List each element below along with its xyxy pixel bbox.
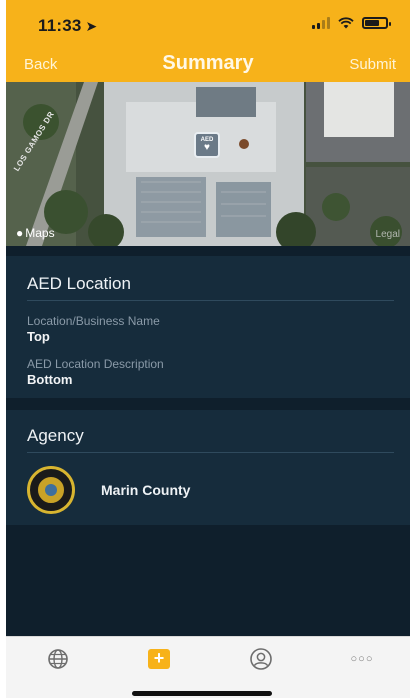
- aed-location-section: AED Location Location/Business Name Top …: [6, 256, 410, 398]
- tab-bar: + ○○○: [6, 636, 410, 698]
- add-icon: +: [148, 649, 170, 669]
- globe-icon: [48, 649, 68, 669]
- status-icons: [312, 17, 391, 29]
- heart-icon: ♥: [204, 142, 210, 153]
- home-indicator[interactable]: [132, 691, 272, 696]
- agency-row[interactable]: Marin County: [6, 458, 410, 522]
- agency-heading: Agency: [27, 426, 84, 445]
- tab-map[interactable]: [44, 645, 72, 673]
- aed-map-pin[interactable]: AED ♥: [194, 132, 220, 158]
- divider: [27, 300, 394, 301]
- agency-section: Agency Marin County: [6, 410, 410, 525]
- location-arrow-icon: ➤: [85, 18, 98, 34]
- more-icon: ○○○: [350, 653, 374, 665]
- status-time: 11:33 ➤: [38, 16, 97, 36]
- battery-icon: [362, 17, 391, 29]
- maps-label: Maps: [25, 226, 55, 240]
- apple-logo-icon: ●: [16, 226, 24, 240]
- location-description-value: Bottom: [27, 372, 73, 387]
- maps-attribution: ● Maps: [16, 226, 55, 240]
- app-screen: 11:33 ➤ Back Summary Submit LOS GAMOS DR…: [6, 0, 410, 698]
- tab-add-aed[interactable]: +: [145, 645, 173, 673]
- status-time-text: 11:33: [38, 16, 82, 35]
- signal-icon: [312, 17, 330, 29]
- map-view[interactable]: LOS GAMOS DR AED ♥ ● Maps Legal: [6, 82, 410, 246]
- satellite-imagery: [6, 82, 410, 246]
- legal-link[interactable]: Legal: [376, 229, 400, 240]
- nav-header: 11:33 ➤ Back Summary Submit: [6, 0, 410, 82]
- agency-logo: [27, 466, 75, 514]
- wifi-icon: [338, 17, 354, 29]
- aed-location-heading: AED Location: [27, 274, 131, 293]
- agency-name: Marin County: [101, 482, 191, 498]
- tab-profile[interactable]: [247, 645, 275, 673]
- location-description-label: AED Location Description: [27, 357, 164, 371]
- profile-icon: [250, 648, 272, 670]
- location-name-value: Top: [27, 329, 50, 344]
- location-name-label: Location/Business Name: [27, 314, 160, 328]
- submit-button[interactable]: Submit: [349, 56, 396, 73]
- divider: [27, 452, 394, 453]
- tab-more[interactable]: ○○○: [348, 645, 376, 673]
